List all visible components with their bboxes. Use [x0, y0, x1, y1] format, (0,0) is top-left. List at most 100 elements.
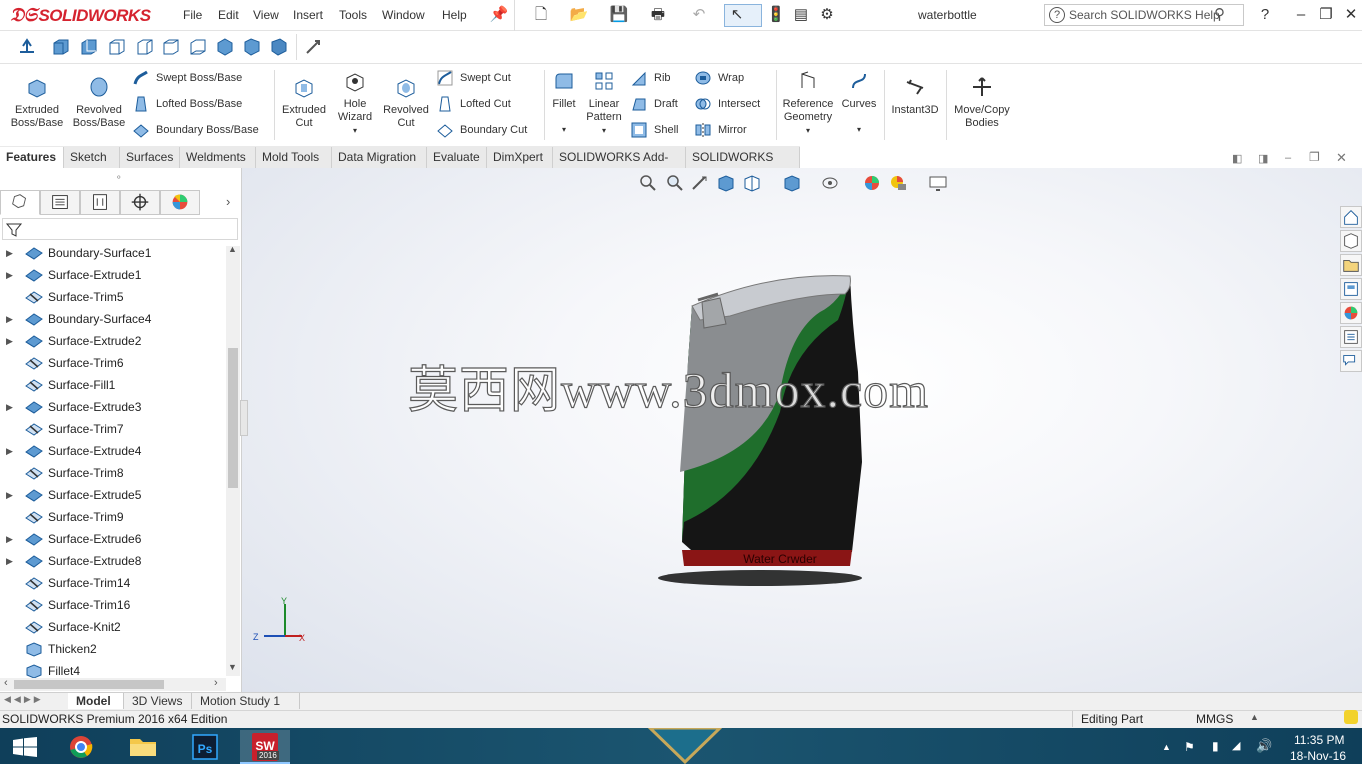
- undo-icon[interactable]: ↶: [688, 6, 710, 24]
- tree-hscroll-thumb[interactable]: [14, 680, 164, 689]
- menu-window[interactable]: Window: [382, 8, 425, 22]
- expand-arrow-icon[interactable]: ▶: [6, 330, 13, 352]
- minimize-icon[interactable]: –: [1290, 6, 1312, 24]
- forum-icon[interactable]: [1340, 350, 1362, 372]
- dropdown-arrow-icon[interactable]: ▾: [548, 123, 580, 136]
- action-center-flag-icon[interactable]: ⚑: [1184, 740, 1195, 754]
- swept-cut-button[interactable]: Swept Cut: [436, 68, 511, 88]
- trimetric-view-icon[interactable]: [241, 37, 263, 57]
- file-explorer-taskbar-button[interactable]: [118, 730, 168, 764]
- move-copy-bodies-button[interactable]: Move/Copy Bodies: [950, 76, 1014, 130]
- view-orientation-icon[interactable]: [742, 173, 762, 193]
- tile-right-icon[interactable]: ◨: [1258, 152, 1268, 165]
- custom-properties-icon[interactable]: [1340, 326, 1362, 348]
- scroll-up-icon[interactable]: ▲: [228, 244, 237, 254]
- revolved-boss-button[interactable]: Revolved Boss/Base: [70, 76, 128, 130]
- clock-time[interactable]: 11:35 PM: [1294, 733, 1344, 747]
- tab-model[interactable]: Model: [68, 693, 124, 709]
- panel-collapse-handle[interactable]: [240, 400, 248, 436]
- tree-item[interactable]: Surface-Trim9: [0, 506, 226, 528]
- clock-date[interactable]: 18-Nov-16: [1290, 749, 1346, 763]
- rib-button[interactable]: Rib: [630, 68, 671, 88]
- tree-item[interactable]: ▶ Surface-Extrude2: [0, 330, 226, 352]
- linear-pattern-button[interactable]: Linear Pattern ▾: [584, 70, 624, 137]
- back-view-icon[interactable]: [78, 37, 100, 57]
- expand-arrow-icon[interactable]: ▶: [6, 308, 13, 330]
- options-gear-icon[interactable]: ⚙: [816, 6, 838, 24]
- expand-arrow-icon[interactable]: ▶: [6, 550, 13, 572]
- tree-item[interactable]: ▶ Surface-Extrude4: [0, 440, 226, 462]
- menu-edit[interactable]: Edit: [218, 8, 239, 22]
- edit-appearance-icon[interactable]: [862, 173, 882, 193]
- print-icon[interactable]: 🖶: [647, 6, 669, 24]
- tree-scroll-thumb[interactable]: [228, 348, 238, 488]
- rebuild-status-icon[interactable]: [1344, 710, 1358, 724]
- units-dropdown-icon[interactable]: ▲: [1250, 712, 1259, 722]
- top-view-icon[interactable]: [160, 37, 182, 57]
- dropdown-arrow-icon[interactable]: ▾: [780, 124, 836, 137]
- zoom-to-area-icon[interactable]: [664, 173, 684, 193]
- view-settings-icon[interactable]: [928, 173, 948, 193]
- extruded-cut-button[interactable]: Extruded Cut: [278, 76, 330, 130]
- close-icon[interactable]: ✕: [1340, 6, 1362, 24]
- expand-arrow-icon[interactable]: ▶: [6, 396, 13, 418]
- expand-arrow-icon[interactable]: ▶: [6, 484, 13, 506]
- dropdown-arrow-icon[interactable]: ▾: [584, 124, 624, 137]
- scroll-left-icon[interactable]: ‹: [4, 677, 8, 689]
- solidworks-taskbar-button[interactable]: SW 2016: [240, 730, 290, 764]
- scroll-down-icon[interactable]: ▼: [228, 662, 237, 672]
- dimetric-view-icon[interactable]: [268, 37, 290, 57]
- tab-evaluate[interactable]: Evaluate: [427, 147, 487, 168]
- file-properties-icon[interactable]: ▤: [790, 6, 812, 24]
- help-question-icon[interactable]: ?: [1254, 6, 1276, 24]
- windows-start-icon[interactable]: [12, 737, 38, 757]
- tree-item[interactable]: Surface-Trim14: [0, 572, 226, 594]
- previous-view-icon[interactable]: [690, 173, 710, 193]
- expand-arrow-icon[interactable]: ▶: [6, 242, 13, 264]
- tab-mold-tools[interactable]: Mold Tools: [256, 147, 332, 168]
- tree-item[interactable]: Surface-Trim6: [0, 352, 226, 374]
- hide-show-items-icon[interactable]: [820, 173, 840, 193]
- scroll-right-icon[interactable]: ›: [214, 677, 218, 689]
- left-view-icon[interactable]: [106, 37, 128, 57]
- menu-help[interactable]: Help: [442, 8, 467, 22]
- doc-restore-icon[interactable]: ❐: [1309, 150, 1320, 164]
- tab-dimxpert[interactable]: DimXpert: [487, 147, 553, 168]
- shell-button[interactable]: Shell: [630, 120, 678, 140]
- tree-item[interactable]: ▶ Boundary-Surface4: [0, 308, 226, 330]
- fillet-button[interactable]: Fillet ▾: [548, 70, 580, 136]
- tree-item[interactable]: ▶ Surface-Extrude3: [0, 396, 226, 418]
- boundary-boss-button[interactable]: Boundary Boss/Base: [132, 120, 259, 140]
- intersect-button[interactable]: Intersect: [694, 94, 760, 114]
- battery-icon[interactable]: ▮: [1212, 739, 1219, 753]
- home-pane-icon[interactable]: [1340, 206, 1362, 228]
- lofted-cut-button[interactable]: Lofted Cut: [436, 94, 511, 114]
- lofted-boss-button[interactable]: Lofted Boss/Base: [132, 94, 242, 114]
- zoom-to-fit-icon[interactable]: [638, 173, 658, 193]
- chevron-right-icon[interactable]: ›: [226, 194, 230, 209]
- tab-dimxpert-manager[interactable]: [120, 190, 160, 215]
- show-hidden-icons-icon[interactable]: ▲: [1162, 742, 1171, 752]
- menu-insert[interactable]: Insert: [293, 8, 323, 22]
- tab-configuration-manager[interactable]: [80, 190, 120, 215]
- panel-grip-icon[interactable]: ⚬: [115, 172, 123, 183]
- dropdown-arrow-icon[interactable]: ▾: [838, 123, 880, 136]
- wrap-button[interactable]: Wrap: [694, 68, 744, 88]
- restore-icon[interactable]: ❐: [1315, 6, 1337, 24]
- mirror-button[interactable]: Mirror: [694, 120, 747, 140]
- tree-item[interactable]: ▶ Surface-Extrude5: [0, 484, 226, 506]
- volume-icon[interactable]: 🔊: [1256, 738, 1272, 754]
- units-selector[interactable]: MMGS: [1196, 712, 1233, 726]
- bottom-view-icon[interactable]: [187, 37, 209, 57]
- swept-boss-button[interactable]: Swept Boss/Base: [132, 68, 242, 88]
- tree-item[interactable]: Surface-Trim7: [0, 418, 226, 440]
- normal-to-icon[interactable]: [16, 37, 38, 57]
- front-view-icon[interactable]: [50, 37, 72, 57]
- rebuild-icon[interactable]: 🚦: [765, 6, 787, 24]
- curves-button[interactable]: Curves ▾: [838, 70, 880, 136]
- save-icon[interactable]: 💾: [608, 6, 630, 24]
- tree-item[interactable]: ▶ Surface-Extrude1: [0, 264, 226, 286]
- revolved-cut-button[interactable]: Revolved Cut: [380, 76, 432, 130]
- dropdown-arrow-icon[interactable]: ▾: [330, 124, 380, 137]
- right-view-icon[interactable]: [134, 37, 156, 57]
